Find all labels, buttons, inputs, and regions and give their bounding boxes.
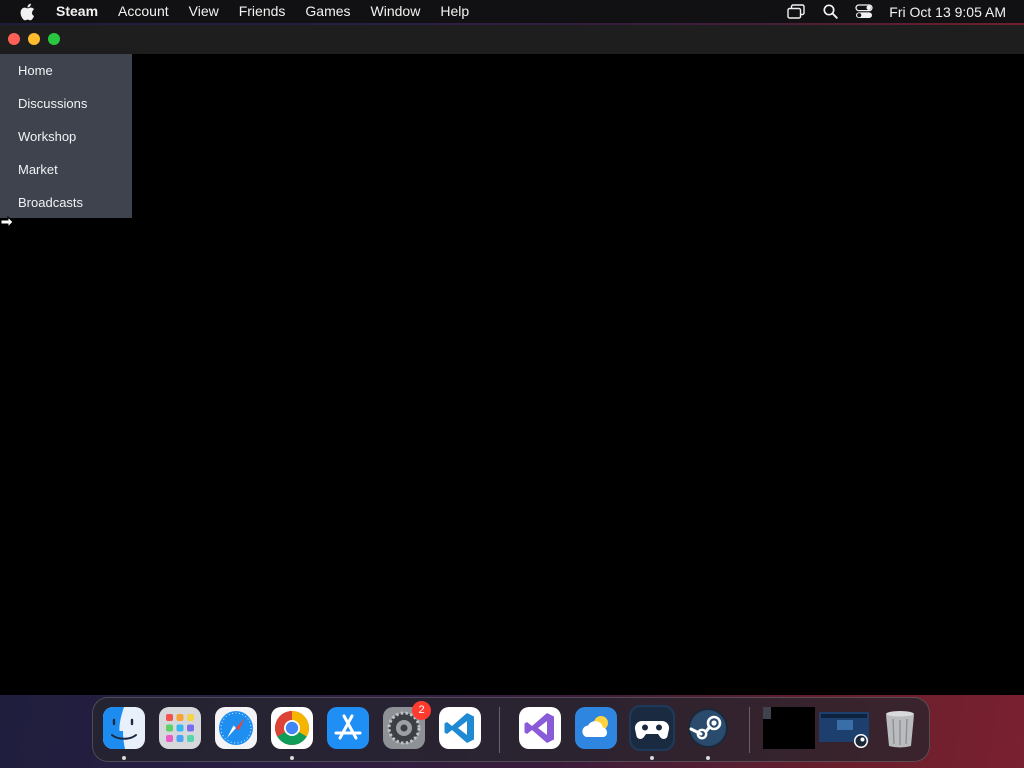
menu-help[interactable]: Help [430, 0, 479, 23]
spotlight-search-icon[interactable] [820, 2, 840, 22]
app-store-icon [327, 707, 369, 749]
nav-item-discussions[interactable]: Discussions [0, 87, 132, 120]
steam-icon [688, 708, 728, 748]
resize-cursor-icon [0, 215, 14, 229]
menu-account[interactable]: Account [108, 0, 179, 23]
safari-icon [215, 707, 257, 749]
window-thumbnail-icon [763, 707, 815, 749]
dock-steam[interactable] [685, 705, 731, 751]
nav-item-workshop[interactable]: Workshop [0, 120, 132, 153]
chrome-icon [271, 707, 313, 749]
dock-vscode[interactable] [437, 705, 483, 751]
control-center-icon[interactable] [854, 2, 874, 22]
launchpad-icon [159, 707, 201, 749]
nav-item-broadcasts[interactable]: Broadcasts [0, 186, 132, 219]
window-content-area: Home Discussions Workshop Market Broadca… [0, 54, 1024, 695]
nav-item-market[interactable]: Market [0, 153, 132, 186]
dock-system-settings[interactable]: 2 [381, 701, 431, 751]
window-close-button[interactable] [8, 33, 20, 45]
dock-steam-link[interactable] [629, 705, 675, 751]
weather-icon [575, 707, 617, 749]
dock-weather[interactable] [573, 705, 619, 751]
dock-chrome[interactable] [269, 705, 315, 751]
menu-bar-left: Steam Account View Friends Games Window … [0, 0, 479, 23]
notification-badge: 2 [412, 701, 431, 720]
menu-bar-status-area: Fri Oct 13 9:05 AM [779, 0, 1024, 23]
apple-menu-icon[interactable] [17, 2, 37, 22]
finder-icon [103, 707, 145, 749]
trash-icon [886, 711, 914, 748]
dock-separator [499, 707, 500, 753]
visual-studio-icon [519, 707, 561, 749]
menu-bar-clock[interactable]: Fri Oct 13 9:05 AM [889, 4, 1006, 20]
dock-safari[interactable] [213, 705, 259, 751]
steam-thumbnail-icon [819, 712, 869, 748]
dock-app-store[interactable] [325, 705, 371, 751]
window-zoom-button[interactable] [48, 33, 60, 45]
dock: 2 [92, 697, 930, 762]
community-nav-dropdown: Home Discussions Workshop Market Broadca… [0, 54, 132, 218]
dock-separator [749, 707, 750, 753]
window-title-bar[interactable] [0, 25, 1024, 54]
steam-window: Home Discussions Workshop Market Broadca… [0, 25, 1024, 695]
dock-finder[interactable] [101, 705, 147, 751]
vscode-icon [439, 707, 481, 749]
dock-window-thumbnail-steam[interactable] [819, 705, 871, 751]
screen-mirroring-icon[interactable] [786, 2, 806, 22]
running-indicator [290, 756, 294, 760]
dock-launchpad[interactable] [157, 705, 203, 751]
menu-friends[interactable]: Friends [229, 0, 296, 23]
dock-window-thumbnail-black[interactable] [763, 705, 815, 751]
menu-bar: Steam Account View Friends Games Window … [0, 0, 1024, 23]
running-indicator [650, 756, 654, 760]
running-indicator [122, 756, 126, 760]
running-indicator [706, 756, 710, 760]
window-minimize-button[interactable] [28, 33, 40, 45]
menu-window[interactable]: Window [361, 0, 431, 23]
dock-visual-studio[interactable] [517, 705, 563, 751]
dock-trash[interactable] [877, 705, 923, 751]
gamepad-icon [631, 707, 673, 749]
menu-view[interactable]: View [179, 0, 229, 23]
nav-item-home[interactable]: Home [0, 54, 132, 87]
menu-steam[interactable]: Steam [53, 0, 108, 23]
menu-games[interactable]: Games [295, 0, 360, 23]
